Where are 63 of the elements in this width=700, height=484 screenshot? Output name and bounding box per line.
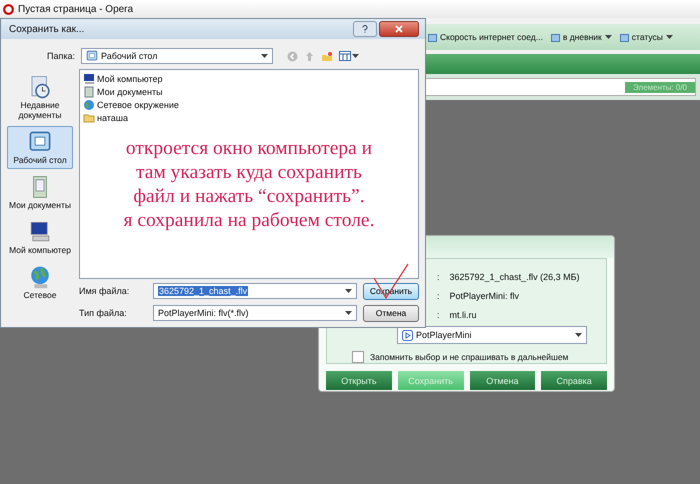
dialog-title: Сохранить как...	[9, 24, 84, 34]
field-value: mt.li.ru	[450, 310, 477, 320]
caret-icon	[345, 311, 352, 315]
dialog-button[interactable]: Справка	[541, 371, 607, 390]
field-value: PotPlayerMini: flv	[450, 291, 520, 301]
annotation-text: откроется окно компьютера и там указать куда сохранить файл и нажать “сохранить”. я сохранила на рабочем столе.	[124, 137, 374, 233]
field-value: 3625792_1_chast_.flv (26,3 МБ)	[450, 272, 580, 282]
filetype-label: Тип файла:	[79, 308, 128, 318]
window-title: Пустая страница - Opera	[18, 4, 134, 14]
filename-field[interactable]: 3625792_1_chast_.flv	[153, 283, 357, 299]
file-item[interactable]: Мои документы	[83, 86, 415, 98]
computer-icon	[83, 73, 95, 85]
opera-logo-icon	[3, 4, 14, 14]
globe-icon	[28, 265, 52, 289]
filetype-dropdown[interactable]: PotPlayerMini: flv(*.flv)	[153, 305, 357, 321]
field-label: :	[437, 291, 440, 301]
folder-icon	[428, 32, 437, 42]
play-icon	[402, 330, 413, 340]
new-folder-icon[interactable]	[321, 50, 333, 62]
bookmark-item[interactable]: Скорость интернет соед...	[440, 32, 543, 42]
view-menu-button[interactable]	[339, 51, 359, 61]
folder-icon	[620, 32, 629, 42]
folder-icon	[83, 112, 95, 124]
close-icon	[395, 25, 403, 33]
cancel-button[interactable]: Отмена	[363, 304, 419, 322]
folder-dropdown[interactable]: Рабочий стол	[81, 48, 273, 64]
places-item[interactable]: Рабочий стол	[7, 126, 73, 169]
places-item[interactable]: Мои документы	[7, 171, 73, 214]
places-item[interactable]: Недавние документы	[7, 71, 73, 124]
folder-icon	[550, 32, 560, 42]
file-item[interactable]: Мой компьютер	[83, 73, 415, 85]
filename-label: Имя файла:	[79, 286, 130, 296]
checkbox-label: Запомнить выбор и не спрашивать в дальнейшем	[370, 352, 568, 362]
caret-icon	[352, 54, 359, 58]
grid-view-icon	[339, 51, 351, 61]
dialog-button[interactable]: Открыть	[326, 371, 392, 390]
globe-icon	[83, 99, 95, 111]
bookmark-item[interactable]: в дневник	[562, 32, 602, 42]
field-label: :	[437, 272, 440, 282]
folder-label: Папка:	[46, 51, 75, 61]
desktop-icon	[86, 50, 98, 62]
documents-icon	[83, 86, 95, 98]
question-mark-icon	[362, 25, 368, 33]
caret-icon	[604, 35, 612, 39]
file-item[interactable]: Сетевое окружение	[83, 99, 415, 111]
caret-icon	[666, 35, 673, 39]
computer-icon	[28, 220, 52, 244]
places-item[interactable]: Сетевое	[7, 261, 73, 304]
places-item[interactable]: Мой компьютер	[7, 216, 73, 259]
desktop-icon	[28, 130, 52, 154]
elements-badge: Элементы: 0/0	[625, 82, 695, 92]
dialog-button[interactable]: Отмена	[470, 371, 536, 390]
file-item[interactable]: наташа	[83, 112, 415, 124]
field-label: :	[437, 310, 440, 320]
bookmark-item[interactable]: статусы	[632, 32, 663, 42]
caret-icon	[345, 289, 352, 293]
checkbox[interactable]	[352, 351, 364, 363]
caret-icon	[575, 333, 582, 337]
close-button[interactable]	[379, 21, 419, 37]
application-dropdown[interactable]: PotPlayerMini	[397, 326, 587, 344]
caret-icon	[261, 54, 268, 58]
back-icon[interactable]	[287, 50, 298, 62]
help-button[interactable]	[353, 21, 377, 37]
